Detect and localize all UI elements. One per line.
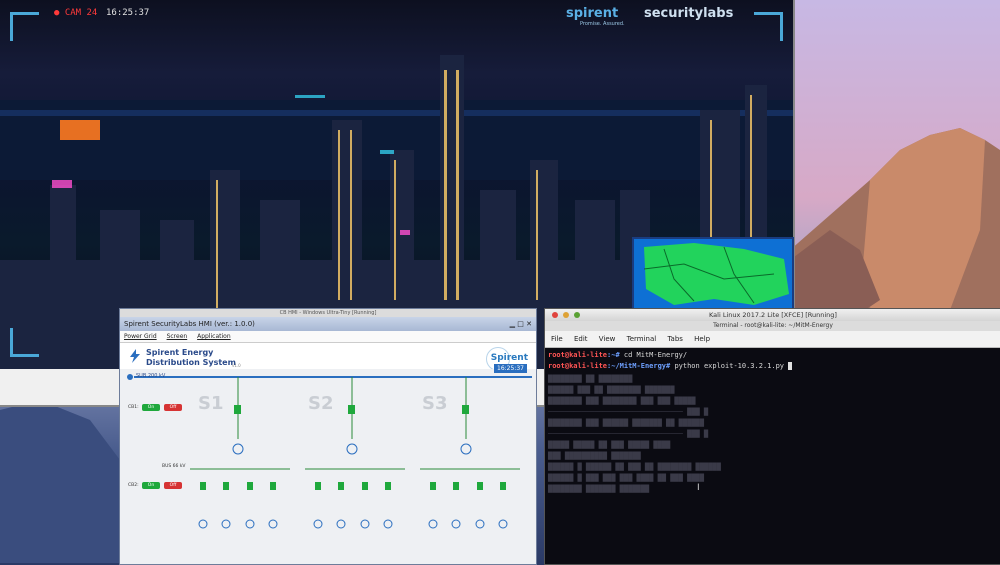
menu-terminal[interactable]: Terminal [627,335,657,343]
menu-view[interactable]: View [599,335,616,343]
vm-titlebar[interactable]: Kali Linux 2017.2 Lite [XFCE] [Running] [545,309,1000,321]
terminal-window[interactable]: Kali Linux 2017.2 Lite [XFCE] [Running] … [544,308,1000,565]
cb1-on-button[interactable]: On [142,404,160,411]
lightning-bolt-icon [130,349,140,363]
menu-file[interactable]: File [551,335,563,343]
menu-application[interactable]: Application [197,333,231,340]
hmi-window[interactable]: CB HMI - Windows Ultra-Tiny [Running] Sp… [119,308,537,565]
cb1-label: CB1: [128,405,139,410]
menu-edit[interactable]: Edit [574,335,588,343]
rec-dot-icon: ● [54,8,60,18]
viewfinder-corner [10,328,39,357]
vm-title: CB HMI - Windows Ultra-Tiny [Running] [120,309,536,317]
viewfinder-corner [754,12,783,41]
rec-indicator: ● CAM 24 [54,8,97,18]
menu-screen[interactable]: Screen [167,333,188,340]
camera-label: CAM 24 [64,8,98,18]
spirent-logo: spirent [566,6,619,21]
cb2-off-button[interactable]: Off [164,482,182,489]
terminal-line: root@kali-lite:~/MitM-Energy# python exp… [548,361,998,372]
terminal-line: root@kali-lite:~# cd MitM-Energy/ [548,351,688,359]
hmi-menubar: Power Grid Screen Application [120,331,536,343]
cb2-on-button[interactable]: On [142,482,160,489]
system-title-line2: Distribution System [146,358,236,367]
viewfinder-corner [10,12,39,41]
maximize-icon[interactable]: □ [517,320,524,328]
minimize-icon[interactable] [563,312,570,318]
cb2-label: CB2: [128,483,139,488]
text-cursor [788,362,793,370]
camera-clock: 16:25:37 [106,8,150,18]
system-version: v1.0 [232,363,241,368]
terminal-menubar: File Edit View Terminal Tabs Help [545,331,1000,348]
bus-secondary-label: BUS 66 kV [162,464,186,469]
cb1-off-button[interactable]: Off [164,404,182,411]
hmi-titlebar[interactable]: Spirent SecurityLabs HMI (ver.: 1.0.0) ▁… [120,317,536,331]
bus-main-label: SUB 200 kV [136,373,166,379]
menu-help[interactable]: Help [694,335,710,343]
window-controls: ▁ □ ✕ [510,317,532,331]
hmi-spirent-logo: Spirent [490,353,528,363]
faded-output: ████████ ██ ████████ ██████ ███ ██ █████… [548,375,721,493]
securitylabs-logo: securitylabs [644,6,734,21]
menu-power-grid[interactable]: Power Grid [124,333,157,340]
terminal-title: Terminal - root@kali-lite: ~/MitM-Energy [545,321,1000,331]
hmi-app-title: Spirent SecurityLabs HMI (ver.: 1.0.0) [124,320,255,328]
vm-title: Kali Linux 2017.2 Lite [XFCE] [Running] [709,311,837,319]
window-buttons [549,309,581,321]
close-icon[interactable]: ✕ [526,320,532,328]
text-cursor-icon: I [697,483,700,493]
hmi-clock: 16:25:37 [494,364,527,373]
grid-diagram: SUB 200 kV 16:25:37 S1 S2 S3 CB1: On Off… [120,364,536,564]
station-s1: S1 [198,393,224,414]
station-s3: S3 [422,393,448,414]
system-title-line1: Spirent Energy [146,348,214,357]
city-map-thumbnail[interactable] [632,237,794,311]
terminal-output[interactable]: root@kali-lite:~# cd MitM-Energy/ root@k… [545,348,1000,497]
spirent-tagline: Promise. Assured. [580,21,625,27]
maximize-icon[interactable] [574,312,581,318]
station-s2: S2 [308,393,334,414]
minimize-icon[interactable]: ▁ [510,320,515,328]
close-icon[interactable] [552,312,558,318]
menu-tabs[interactable]: Tabs [667,335,683,343]
map-graphic [643,243,789,305]
